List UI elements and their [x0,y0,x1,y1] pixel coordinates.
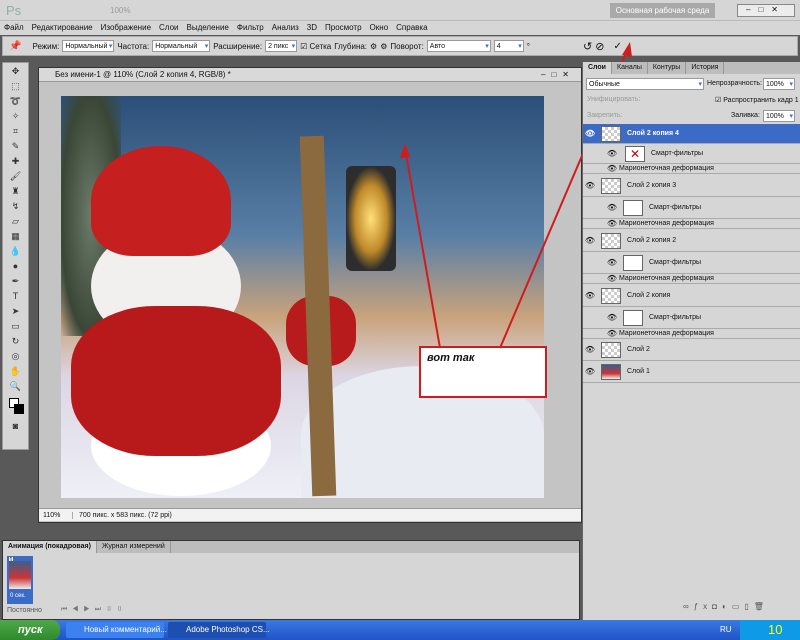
layer-row-selected[interactable]: 👁 Слой 2 копия 4 [583,124,800,144]
frame-thumbnail [9,561,31,589]
opacity-label: Непрозрачность: [707,80,762,87]
layer-thumbnail [601,341,621,358]
taskbar-photoshop[interactable]: Adobe Photoshop CS... [168,622,270,638]
smart-filters-row[interactable]: 👁 Смарт-фильтры [583,307,800,329]
eye-icon[interactable]: 👁 [605,274,619,283]
frame-delay[interactable]: 0 сек. [10,593,26,599]
filter-row[interactable]: 👁 Марионеточная деформация [583,219,800,229]
layer-row[interactable]: 👁 Слой 2 копия [583,285,800,307]
eye-icon[interactable]: 👁 [605,219,619,228]
eye-icon[interactable]: 👁 [605,329,619,338]
eye-icon[interactable]: 👁 [605,203,619,212]
eye-icon[interactable]: 👁 [605,149,619,158]
smart-filters-row[interactable]: 👁 ✕ Смарт-фильтры [583,144,800,164]
taskbar-opera[interactable]: Новый комментарий... [66,622,167,638]
smart-filter-mask-icon [623,254,643,271]
smart-filter-mask-icon: ✕ [625,145,645,162]
filter-row[interactable]: 👁 Марионеточная деформация [583,274,800,284]
layer-thumbnail [601,177,621,194]
filter-row[interactable]: 👁 Марионеточная деформация [583,164,800,174]
loop-select[interactable]: Постоянно [7,607,42,614]
layer-name: Слой 2 [627,346,650,353]
tab-paths[interactable]: Контуры [648,62,687,74]
tab-layers[interactable]: Слои [583,62,612,74]
playback-controls[interactable]: ⏮◀▶⏭▯▯ [61,606,127,614]
eye-icon[interactable]: 👁 [583,129,597,138]
layers-panel-tabs: Слои Каналы Контуры История [583,62,800,74]
fill-label: Заливка: [731,112,760,119]
smart-filters-label: Смарт-фильтры [651,150,704,157]
eye-icon[interactable]: 👁 [583,367,597,376]
eye-icon[interactable]: 👁 [583,345,597,354]
arrow-head-options [622,42,632,57]
layer-name: Слой 1 [627,368,650,375]
layers-panel: Слои Каналы Контуры История Обычные Непр… [582,62,800,620]
layer-row[interactable]: 👁 Слой 2 [583,339,800,361]
tab-channels[interactable]: Каналы [612,62,648,74]
tab-animation[interactable]: Анимация (покадровая) [3,541,97,553]
propagate-label: Распространить кадр 1 [723,97,799,104]
layer-row[interactable]: 👁 Слой 1 [583,361,800,383]
fill-input[interactable]: 100% [763,110,795,122]
smart-filter-mask-icon [623,309,643,326]
eye-icon[interactable]: 👁 [605,313,619,322]
arrow-head-lantern [400,143,410,158]
tab-history[interactable]: История [686,62,725,74]
opacity-input[interactable]: 100% [763,78,795,90]
smart-filters-row[interactable]: 👁 Смарт-фильтры [583,252,800,274]
taskbar: пуск Новый комментарий... Adobe Photosho… [0,620,800,640]
layer-name: Слой 2 копия [627,292,671,299]
animation-tabs: Анимация (покадровая) Журнал измерений [3,541,579,553]
animation-panel: Анимация (покадровая) Журнал измерений 1… [2,540,580,620]
eye-icon[interactable]: 👁 [583,181,597,190]
blend-mode-select[interactable]: Обычные [586,78,704,90]
layer-row[interactable]: 👁 Слой 2 копия 3 [583,175,800,197]
smart-filter-mask-icon [623,199,643,216]
layer-thumbnail [601,125,621,142]
eye-icon[interactable]: 👁 [605,164,619,173]
propagate-checkbox[interactable]: ☑ Распространить кадр 1 [715,96,799,104]
layer-panel-buttons[interactable]: ∞ƒx◘◐▭▯🗑 [683,602,769,611]
filter-label: Марионеточная деформация [619,330,714,337]
layer-row[interactable]: 👁 Слой 2 копия 2 [583,230,800,252]
smart-filters-label: Смарт-фильтры [649,259,702,266]
layer-thumbnail [601,363,621,380]
filter-label: Марионеточная деформация [619,165,714,172]
smart-filters-label: Смарт-фильтры [649,204,702,211]
layer-thumbnail [601,287,621,304]
eye-icon[interactable]: 👁 [583,236,597,245]
arrow-to-lantern [404,147,441,349]
language-indicator[interactable]: RU [720,625,732,634]
eye-icon[interactable]: 👁 [605,258,619,267]
layer-name: Слой 2 копия 3 [627,182,677,189]
filter-label: Марионеточная деформация [619,275,714,282]
layer-thumbnail [601,232,621,249]
filter-label: Марионеточная деформация [619,220,714,227]
layer-name: Слой 2 копия 4 [627,130,679,137]
animation-frame[interactable]: 1 0 сек. [7,556,33,604]
smart-filters-row[interactable]: 👁 Смарт-фильтры [583,197,800,219]
start-button[interactable]: пуск [0,620,60,640]
unify-label: Унифицировать: [587,96,641,103]
eye-icon[interactable]: 👁 [583,291,597,300]
lock-label: Закрепить: [587,112,623,119]
filter-row[interactable]: 👁 Марионеточная деформация [583,329,800,339]
tab-measurement-log[interactable]: Журнал измерений [97,541,171,553]
smart-filters-label: Смарт-фильтры [649,314,702,321]
clock: 10 [768,622,783,637]
layer-name: Слой 2 копия 2 [627,237,677,244]
system-tray: 10 [740,620,800,640]
